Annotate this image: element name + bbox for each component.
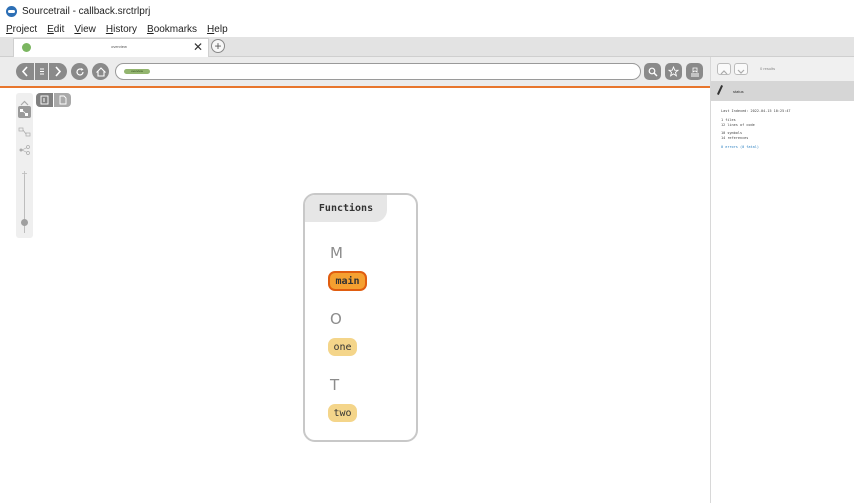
function-node-main[interactable]: main — [328, 271, 367, 291]
bookmark-star-icon — [668, 66, 679, 77]
tab-label: overview — [111, 44, 127, 49]
back-button[interactable] — [16, 63, 34, 80]
status-last-indexed: Last Indexed: 2022-04-15 10:25:47 — [721, 109, 791, 113]
result-count: 0 results — [760, 66, 776, 71]
menu-edit[interactable]: Edit — [47, 24, 64, 35]
layout-network-icon — [19, 145, 30, 155]
forward-icon — [55, 66, 62, 77]
window-title: Sourcetrail - callback.srctrlprj — [22, 5, 151, 17]
zoom-slider-handle[interactable] — [21, 219, 28, 226]
title-bar: Sourcetrail - callback.srctrlprj — [0, 0, 854, 22]
search-token[interactable]: overview — [124, 69, 150, 74]
status-symbols: 10 symbols — [721, 131, 743, 135]
edit-icon — [716, 85, 724, 95]
sourcetrail-window: Sourcetrail - callback.srctrlprj Project… — [0, 0, 854, 503]
search-button[interactable] — [644, 63, 661, 80]
tab-overview[interactable]: overview ✕ — [13, 38, 209, 57]
previous-result-button[interactable] — [717, 63, 731, 75]
search-icon — [648, 67, 657, 76]
zoom-in-icon[interactable] — [22, 163, 27, 176]
search-input[interactable]: overview — [115, 63, 641, 80]
tab-status-dot — [22, 43, 31, 52]
group-letter-o: O — [330, 310, 342, 328]
menu-bookmarks[interactable]: Bookmarks — [147, 24, 197, 35]
refresh-icon — [75, 67, 84, 76]
function-node-one[interactable]: one — [328, 338, 357, 356]
next-result-button[interactable] — [734, 63, 748, 75]
close-tab-icon[interactable]: ✕ — [193, 40, 203, 54]
layout-tree-icon — [18, 127, 31, 137]
bookmarks-list-icon — [690, 67, 699, 76]
home-button[interactable] — [92, 63, 109, 80]
grouping-none-button[interactable] — [36, 93, 53, 107]
group-letter-m: M — [330, 244, 343, 262]
history-list-icon — [39, 68, 44, 75]
forward-button[interactable] — [49, 63, 67, 80]
status-errors-link[interactable]: 0 errors (0 fatal) — [721, 145, 759, 149]
menu-help[interactable]: Help — [207, 24, 228, 35]
grouping-none-icon — [40, 95, 49, 105]
menu-bar: Project Edit View History Bookmarks Help — [0, 22, 238, 36]
group-letter-t: T — [330, 376, 340, 394]
collapse-controls-button[interactable] — [18, 95, 31, 106]
chevron-up-icon — [720, 70, 728, 75]
menu-project[interactable]: Project — [6, 24, 37, 35]
graph-layout-panel — [16, 93, 33, 238]
layout-grid-icon — [20, 109, 28, 116]
graph-view-buttons — [36, 93, 72, 107]
sourcetrail-logo-icon — [6, 5, 17, 17]
home-icon — [95, 66, 106, 77]
history-list-button[interactable] — [35, 63, 48, 80]
functions-header[interactable]: Functions — [305, 195, 387, 222]
status-references: 14 references — [721, 136, 749, 140]
status-panel-title: status — [733, 89, 744, 94]
layout-button-1[interactable] — [18, 106, 31, 118]
chevron-down-icon — [737, 69, 745, 74]
add-tab-button[interactable]: + — [211, 39, 225, 53]
refresh-button[interactable] — [71, 63, 88, 80]
menu-view[interactable]: View — [74, 24, 96, 35]
back-icon — [21, 66, 28, 77]
functions-node: Functions M main O one T two — [303, 193, 418, 442]
status-lines-of-code: 12 lines of code — [721, 123, 755, 127]
toolbar-accent-line — [0, 86, 711, 88]
layout-button-3[interactable] — [18, 143, 31, 155]
panel-divider[interactable] — [710, 57, 711, 503]
function-node-two[interactable]: two — [328, 404, 357, 422]
bookmarks-list-button[interactable] — [686, 63, 703, 80]
menu-history[interactable]: History — [106, 24, 137, 35]
grouping-file-button[interactable] — [54, 93, 71, 107]
search-results-bar — [711, 57, 854, 81]
bookmark-button[interactable] — [665, 63, 682, 80]
tab-strip: overview ✕ + — [0, 37, 854, 57]
navigation-toolbar: overview — [0, 57, 711, 86]
layout-button-2[interactable] — [18, 125, 31, 137]
file-icon — [59, 95, 67, 105]
status-panel-header: status — [711, 81, 854, 101]
status-files: 1 files — [721, 118, 736, 122]
